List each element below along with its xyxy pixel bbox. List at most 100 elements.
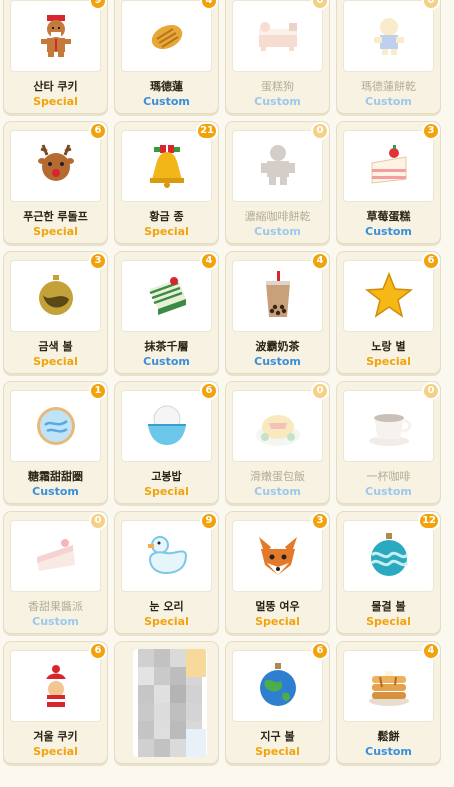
card-tier: Special [366,615,411,628]
collection-card[interactable]: 6 노랑 별 Special [336,251,441,374]
cake-dog-icon [251,9,305,63]
collection-card[interactable]: 3 멀뚱 여우 Special [225,511,330,634]
card-tier: Custom [32,615,79,628]
card-tier: Custom [365,95,412,108]
card-image [343,260,434,332]
count-badge: 0 [89,512,107,530]
card-name: 겨울 쿠키 [33,730,78,743]
jam-pie-icon [29,529,83,583]
collection-card[interactable]: 0 蛋糕狗 Custom [225,0,330,114]
collection-card[interactable]: 4 鬆餅 Custom [336,641,441,764]
card-tier: Special [144,615,189,628]
card-image [343,650,434,722]
bubble-tea-icon [251,269,305,323]
card-name: 糖霜甜甜圈 [28,470,83,483]
collection-card[interactable]: 3 草莓蛋糕 Custom [336,121,441,244]
collection-card[interactable]: 0 瑪德蓮餅乾 Custom [336,0,441,114]
collection-card[interactable]: 0 滑嫩蛋包飯 Custom [225,381,330,504]
card-image [232,650,323,722]
golden-bell-icon [140,139,194,193]
collection-card[interactable]: 6 지구 볼 Special [225,641,330,764]
collection-card[interactable]: 4 抹茶千層 Custom [114,251,219,374]
count-badge: 3 [311,512,329,530]
card-tier: Special [144,485,189,498]
card-tier: Special [255,745,300,758]
yellow-star-icon [362,269,416,323]
frosted-cookie-icon [29,399,83,453]
card-image [232,0,323,72]
collection-card[interactable]: 9 산타 쿠키 Special [3,0,108,114]
card-name: 滑嫩蛋包飯 [250,470,305,483]
card-tier: Special [33,355,78,368]
card-image [10,650,101,722]
count-badge: 21 [196,122,218,140]
matcha-crepe-cake-icon [140,269,194,323]
card-name: 蛋糕狗 [261,80,294,93]
card-name: 고봉밥 [151,470,182,483]
card-image [121,0,212,72]
count-badge: 4 [200,252,218,270]
collection-card[interactable]: 1 糖霜甜甜圈 Custom [3,381,108,504]
collection-card[interactable]: 12 물결 볼 Special [336,511,441,634]
card-image [343,390,434,462]
collection-card[interactable]: 0 香甜果醬派 Custom [3,511,108,634]
card-tier: Custom [365,745,412,758]
collection-card[interactable]: 3 금색 볼 Special [3,251,108,374]
collection-card[interactable]: 4 波霸奶茶 Custom [225,251,330,374]
card-name: 눈 오리 [149,600,184,613]
card-name: 황금 종 [149,210,184,223]
card-name: 一杯咖啡 [366,470,411,483]
collection-card[interactable]: 0 一杯咖啡 Custom [336,381,441,504]
card-tier: Custom [254,225,301,238]
card-name: 鬆餅 [377,730,400,743]
card-tier: Custom [143,355,190,368]
card-name: 濃縮咖啡餅乾 [244,210,311,223]
collection-card[interactable]: 6 고봉밥 Special [114,381,219,504]
snow-duck-icon [140,529,194,583]
coffee-cup-icon [362,399,416,453]
collection-card[interactable]: 4 瑪德蓮 Custom [114,0,219,114]
madeleine-icon [140,9,194,63]
collection-card[interactable]: 9 눈 오리 Special [114,511,219,634]
count-badge: 3 [422,122,440,140]
card-image [232,520,323,592]
collection-card[interactable]: 6 겨울 쿠키 Special [3,641,108,764]
count-badge: 12 [418,512,440,530]
count-badge: 6 [89,122,107,140]
collection-card[interactable] [114,641,219,764]
card-image [10,0,101,72]
collection-grid: 9 산타 쿠키 Special 4 瑪德蓮 Custom 0 蛋糕狗 Custom 0 瑪德蓮餅乾 C… [0,0,454,764]
card-tier: Special [33,225,78,238]
card-name: 瑪德蓮 [150,80,183,93]
gingerbread-santa-icon [29,9,83,63]
rice-bowl-icon [140,399,194,453]
card-tier: Custom [365,225,412,238]
card-name: 波霸奶茶 [255,340,300,353]
collection-card[interactable]: 6 푸근한 루돌프 Special [3,121,108,244]
card-name: 금색 볼 [38,340,73,353]
count-badge: 6 [200,382,218,400]
card-image [343,520,434,592]
fox-icon [251,529,305,583]
earth-ornament-icon [251,659,305,713]
card-name: 산타 쿠키 [33,80,78,93]
blurred-image-icon [133,649,207,757]
count-badge: 0 [422,382,440,400]
card-tier: Custom [254,485,301,498]
card-image [343,130,434,202]
reindeer-icon [29,139,83,193]
card-tier: Custom [365,485,412,498]
card-tier: Special [33,95,78,108]
card-image [10,130,101,202]
card-image [121,260,212,332]
card-name: 抹茶千層 [144,340,189,353]
card-name: 지구 볼 [260,730,295,743]
count-badge: 6 [89,642,107,660]
collection-card[interactable]: 0 濃縮咖啡餅乾 Custom [225,121,330,244]
card-image [133,649,207,757]
card-tier: Special [33,745,78,758]
card-image [232,130,323,202]
count-badge: 0 [311,382,329,400]
collection-card[interactable]: 21 황금 종 Special [114,121,219,244]
card-tier: Custom [254,95,301,108]
